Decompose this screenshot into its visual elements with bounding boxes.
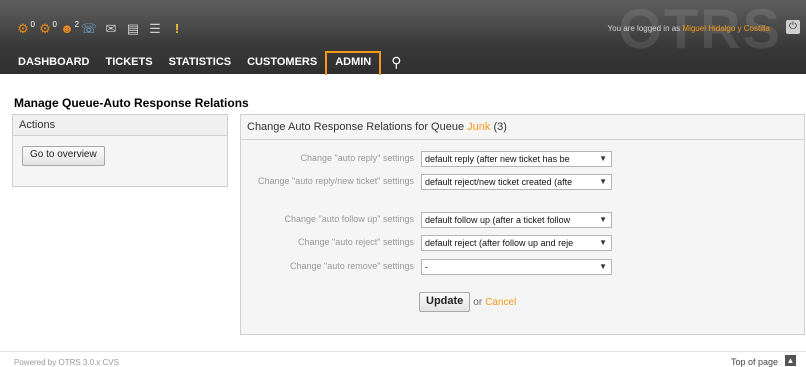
top-of-page-link[interactable]: Top of page xyxy=(731,357,778,367)
chevron-down-icon: ▼ xyxy=(599,262,607,271)
auto-reply-new-ticket-label: Change "auto reply/new ticket" settings xyxy=(258,176,414,186)
locked-tickets-icon[interactable]: ⚙ 0 xyxy=(14,20,35,38)
chevron-down-icon: ▼ xyxy=(599,215,607,224)
search-icon[interactable]: ⚲ xyxy=(381,54,411,71)
nav-customers[interactable]: CUSTOMERS xyxy=(239,53,325,71)
nav-statistics[interactable]: STATISTICS xyxy=(161,53,240,71)
user-name-link[interactable]: Miguel Hidalgo y Costilla xyxy=(682,24,770,33)
relations-panel: Change Auto Response Relations for Queue… xyxy=(240,114,805,335)
powered-by-text[interactable]: Powered by OTRS 3.0.x CVS xyxy=(14,358,119,367)
panel-heading-text: Change Auto Response Relations for Queue xyxy=(247,121,468,133)
nav-tickets[interactable]: TICKETS xyxy=(98,53,161,71)
actions-heading: Actions xyxy=(13,115,227,136)
nav-admin[interactable]: ADMIN xyxy=(325,51,382,75)
phone-ticket-icon[interactable]: ☏ xyxy=(80,20,98,38)
auto-reply-select[interactable]: default reply (after new ticket has be ▼ xyxy=(421,151,612,167)
chevron-down-icon: ▼ xyxy=(599,238,607,247)
email-ticket-icon[interactable]: ✉ xyxy=(102,20,120,38)
chevron-down-icon: ▼ xyxy=(599,177,607,186)
escalation-view-icon[interactable]: ! xyxy=(168,20,186,38)
panel-heading: Change Auto Response Relations for Queue… xyxy=(241,115,804,140)
auto-reject-label: Change "auto reject" settings xyxy=(298,237,414,247)
queue-view-icon[interactable]: ▤ xyxy=(124,20,142,38)
login-prefix: You are logged in as xyxy=(607,24,683,33)
or-text: or xyxy=(473,296,483,308)
auto-follow-up-label: Change "auto follow up" settings xyxy=(284,214,414,224)
auto-follow-up-value: default follow up (after a ticket follow xyxy=(425,215,571,225)
logout-icon[interactable]: ⏻ xyxy=(786,20,800,34)
login-info: You are logged in as Miguel Hidalgo y Co… xyxy=(608,24,770,33)
page-title: Manage Queue-Auto Response Relations xyxy=(14,96,249,110)
watched-tickets-icon[interactable]: ⚙ 0 xyxy=(36,20,57,38)
auto-reject-value: default reject (after follow up and reje xyxy=(425,238,574,248)
form-actions: Update or Cancel xyxy=(419,292,516,312)
chevron-down-icon: ▼ xyxy=(599,154,607,163)
nav-dashboard[interactable]: DASHBOARD xyxy=(10,53,98,71)
auto-reply-label: Change "auto reply" settings xyxy=(300,153,414,163)
auto-remove-value: - xyxy=(425,262,428,272)
responsible-tickets-icon[interactable]: ☻ 2 xyxy=(58,20,79,38)
auto-reply-new-ticket-value: default reject/new ticket created (afte xyxy=(425,177,573,187)
queue-name-link[interactable]: Junk xyxy=(467,121,490,133)
cancel-link[interactable]: Cancel xyxy=(485,297,516,308)
footer-divider xyxy=(0,351,806,352)
auto-reject-select[interactable]: default reject (after follow up and reje… xyxy=(421,235,612,251)
auto-reply-value: default reply (after new ticket has be xyxy=(425,154,570,164)
main-nav: DASHBOARD TICKETS STATISTICS CUSTOMERS A… xyxy=(10,51,412,75)
auto-remove-select[interactable]: - ▼ xyxy=(421,259,612,275)
auto-follow-up-select[interactable]: default follow up (after a ticket follow… xyxy=(421,212,612,228)
update-button[interactable]: Update xyxy=(419,292,471,312)
arrow-up-icon[interactable]: ▲ xyxy=(785,355,796,366)
actions-sidebar: Actions Go to overview xyxy=(12,114,228,187)
header-bar: OTRS ⚙ 0 ⚙ 0 ☻ 2 ☏ ✉ ▤ ☰ ! You are logged i… xyxy=(0,0,806,75)
auto-reply-new-ticket-select[interactable]: default reject/new ticket created (afte ▼ xyxy=(421,174,612,190)
toolbar: ⚙ 0 ⚙ 0 ☻ 2 ☏ ✉ ▤ ☰ ! xyxy=(14,18,190,40)
auto-remove-label: Change "auto remove" settings xyxy=(290,261,414,271)
queue-count: (3) xyxy=(493,121,507,133)
status-view-icon[interactable]: ☰ xyxy=(146,20,164,38)
go-to-overview-button[interactable]: Go to overview xyxy=(22,146,105,166)
